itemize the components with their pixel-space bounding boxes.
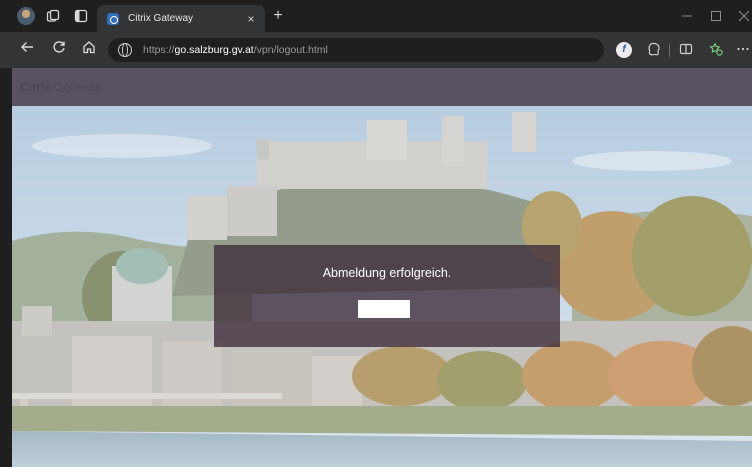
logout-dialog: Abmeldung erfolgreich. xyxy=(214,245,560,347)
favorites-icon[interactable] xyxy=(708,42,724,58)
toolbar-divider xyxy=(669,44,670,57)
tab-strip: Citrix Gateway × + xyxy=(0,0,752,32)
profile-avatar[interactable] xyxy=(17,7,35,25)
url-path: /vpn/logout.html xyxy=(253,44,328,56)
close-tab-icon[interactable]: × xyxy=(243,12,259,26)
citrix-gateway-logo: Citrix Gateway xyxy=(20,80,101,94)
home-icon[interactable] xyxy=(79,40,99,60)
logout-message: Abmeldung erfolgreich. xyxy=(322,266,452,280)
gateway-header: Citrix Gateway xyxy=(12,68,752,106)
citrix-favicon-icon xyxy=(107,12,119,25)
url-scheme: https:// xyxy=(143,44,175,56)
url-text[interactable]: https://go.salzburg.gv.at/vpn/logout.htm… xyxy=(143,44,328,56)
tab-citrix-gateway[interactable]: Citrix Gateway × xyxy=(97,5,265,32)
back-arrow-icon[interactable] xyxy=(17,40,37,60)
address-bar[interactable]: https://go.salzburg.gv.at/vpn/logout.htm… xyxy=(108,38,604,62)
page-viewport: Citrix Gateway Abmeldung erfolgreich. xyxy=(12,68,752,467)
browser-window: Citrix Gateway × + https://go.salzburg.g… xyxy=(0,0,752,467)
browser-toolbar: https://go.salzburg.gv.at/vpn/logout.htm… xyxy=(0,32,752,68)
brand-product: Gateway xyxy=(54,80,102,94)
maximize-icon[interactable] xyxy=(701,0,731,32)
url-host: go.salzburg.gv.at xyxy=(174,44,254,56)
reload-icon[interactable] xyxy=(49,40,69,60)
copilot-icon[interactable] xyxy=(646,42,662,58)
close-window-icon[interactable] xyxy=(729,0,752,32)
minimize-icon[interactable] xyxy=(672,0,702,32)
tab-actions-icon[interactable] xyxy=(72,7,90,25)
new-tab-button[interactable]: + xyxy=(268,6,288,26)
globe-icon[interactable] xyxy=(118,43,132,57)
extension-f-icon[interactable]: f xyxy=(616,42,632,58)
brand-name: Citrix xyxy=(20,80,51,94)
tab-title: Citrix Gateway xyxy=(128,13,194,24)
workspaces-icon[interactable] xyxy=(44,7,62,25)
split-screen-icon[interactable] xyxy=(678,42,694,58)
more-icon[interactable] xyxy=(735,42,751,58)
logout-dialog-button[interactable] xyxy=(358,300,410,318)
